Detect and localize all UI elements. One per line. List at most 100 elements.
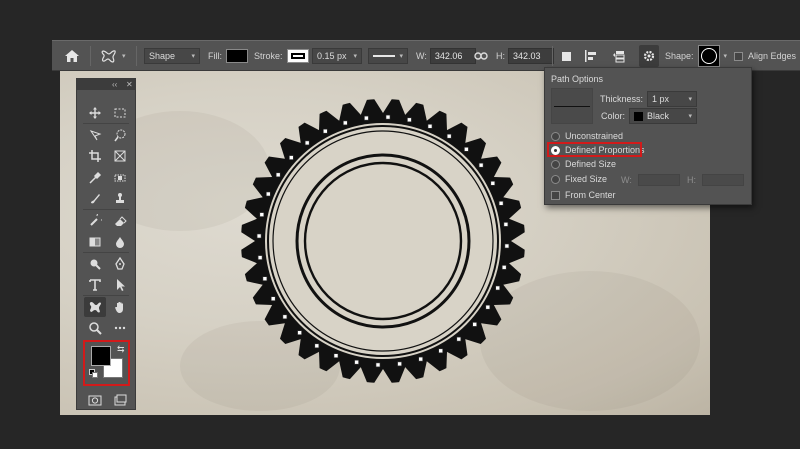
collapse-panel-button[interactable]: ‹‹ (112, 79, 117, 90)
badge-inner-fill (265, 123, 501, 359)
anchor-point[interactable] (472, 322, 478, 327)
from-center-checkbox[interactable] (551, 190, 560, 200)
quick-mask-icon[interactable] (84, 390, 106, 410)
dodge-icon[interactable] (84, 254, 106, 274)
anchor-point[interactable] (385, 114, 391, 120)
fill-swatch[interactable] (226, 49, 248, 63)
screen-mode-icon[interactable] (109, 390, 131, 410)
anchor-point[interactable] (418, 356, 424, 362)
height-input[interactable]: 342.03 (508, 48, 554, 64)
eraser-icon[interactable] (109, 211, 131, 231)
path-options-button[interactable] (639, 45, 659, 67)
radio-fixed-size[interactable] (551, 174, 560, 184)
anchor-point[interactable] (495, 285, 501, 291)
color-swatch (634, 111, 643, 121)
anchor-point[interactable] (490, 181, 496, 186)
path-select-icon[interactable] (109, 275, 131, 295)
tools-panel: ‹‹ ✕ ⇆ (76, 78, 136, 410)
anchor-point[interactable] (464, 147, 469, 152)
anchor-point[interactable] (501, 265, 507, 270)
marquee-icon[interactable] (109, 103, 131, 123)
fixed-width-label: W: (621, 175, 632, 185)
fixed-width-input[interactable] (637, 174, 680, 186)
foreground-color-swatch[interactable] (91, 346, 111, 366)
quick-select-icon[interactable] (109, 125, 131, 145)
anchor-point[interactable] (282, 314, 288, 320)
crop-icon[interactable] (84, 146, 106, 166)
chevron-down-icon: ▾ (399, 53, 403, 60)
custom-shape-icon[interactable] (84, 296, 106, 317)
anchor-point[interactable] (304, 140, 310, 146)
anchor-point[interactable] (446, 133, 452, 139)
blur-icon[interactable] (109, 232, 131, 252)
anchor-point[interactable] (257, 255, 263, 260)
path-color-select[interactable]: Black ▾ (629, 108, 697, 124)
radio-defined-size[interactable] (551, 159, 560, 169)
anchor-point[interactable] (504, 243, 510, 249)
link-dimensions-button[interactable] (474, 41, 488, 71)
lasso-icon[interactable] (84, 125, 106, 145)
gradient-icon[interactable] (84, 232, 106, 252)
option-fixed-size[interactable]: Fixed Size (551, 174, 607, 184)
anchor-point[interactable] (262, 276, 268, 281)
brush-icon[interactable] (84, 189, 106, 209)
path-options-title: Path Options (551, 74, 604, 84)
color-value: Black (647, 111, 670, 121)
anchor-point[interactable] (375, 362, 381, 368)
anchor-point[interactable] (397, 361, 402, 367)
anchor-point[interactable] (289, 155, 294, 160)
anchor-point[interactable] (275, 172, 281, 178)
hand-icon[interactable] (109, 297, 131, 317)
more-icon[interactable] (109, 318, 131, 338)
anchor-point[interactable] (354, 359, 359, 365)
option-unconstrained[interactable]: Unconstrained (551, 131, 623, 141)
move-icon[interactable] (84, 103, 106, 123)
close-panel-button[interactable]: ✕ (126, 79, 133, 90)
fixed-height-input[interactable] (702, 174, 744, 186)
history-brush-icon[interactable] (84, 211, 106, 231)
anchor-point[interactable] (485, 304, 491, 310)
anchor-point[interactable] (333, 353, 339, 359)
anchor-point[interactable] (503, 222, 509, 227)
anchor-point[interactable] (498, 201, 504, 206)
healing-icon[interactable] (109, 168, 131, 188)
align-edges-checkbox[interactable] (734, 51, 743, 61)
anchor-point[interactable] (407, 117, 412, 123)
anchor-point[interactable] (364, 115, 369, 121)
color-label: Color: (600, 111, 625, 121)
stroke-width-input[interactable]: 0.15 px ▾ (312, 48, 362, 64)
anchor-point[interactable] (322, 128, 328, 134)
zoom-icon[interactable] (84, 318, 106, 338)
thickness-input[interactable]: 1 px ▾ (647, 91, 697, 107)
width-value: 342.06 (434, 51, 463, 61)
anchor-point[interactable] (342, 120, 348, 126)
tool-mode-select[interactable]: Shape ▾ (144, 48, 200, 64)
stroke-type-select[interactable]: ▾ (368, 48, 408, 64)
eyedropper-icon[interactable] (84, 168, 106, 188)
anchor-point[interactable] (266, 191, 271, 197)
option-defined-size[interactable]: Defined Size (551, 159, 616, 169)
radio-unconstrained[interactable] (551, 131, 560, 141)
pen-icon[interactable] (109, 254, 131, 274)
anchor-point[interactable] (259, 212, 265, 217)
tool-mode-value: Shape (149, 51, 176, 61)
home-button[interactable] (64, 41, 80, 71)
anchor-point[interactable] (478, 162, 484, 168)
frame-icon[interactable] (109, 146, 131, 166)
chevron-down-icon: ▾ (723, 53, 728, 60)
stroke-swatch[interactable] (286, 49, 309, 63)
anchor-point[interactable] (427, 123, 433, 129)
stamp-icon[interactable] (109, 189, 131, 209)
anchor-point[interactable] (456, 336, 462, 342)
anchor-point[interactable] (314, 343, 320, 349)
type-icon[interactable] (84, 275, 106, 295)
tool-preset-picker[interactable]: ▾ (100, 41, 126, 71)
option-from-center[interactable]: From Center (551, 190, 616, 200)
anchor-point[interactable] (270, 296, 276, 301)
shape-picker[interactable] (697, 45, 720, 67)
anchor-point[interactable] (438, 348, 444, 354)
anchor-point[interactable] (297, 330, 302, 336)
anchor-point[interactable] (256, 233, 262, 239)
chevron-down-icon: ▾ (353, 53, 357, 60)
width-input[interactable]: 342.06 (429, 48, 476, 64)
